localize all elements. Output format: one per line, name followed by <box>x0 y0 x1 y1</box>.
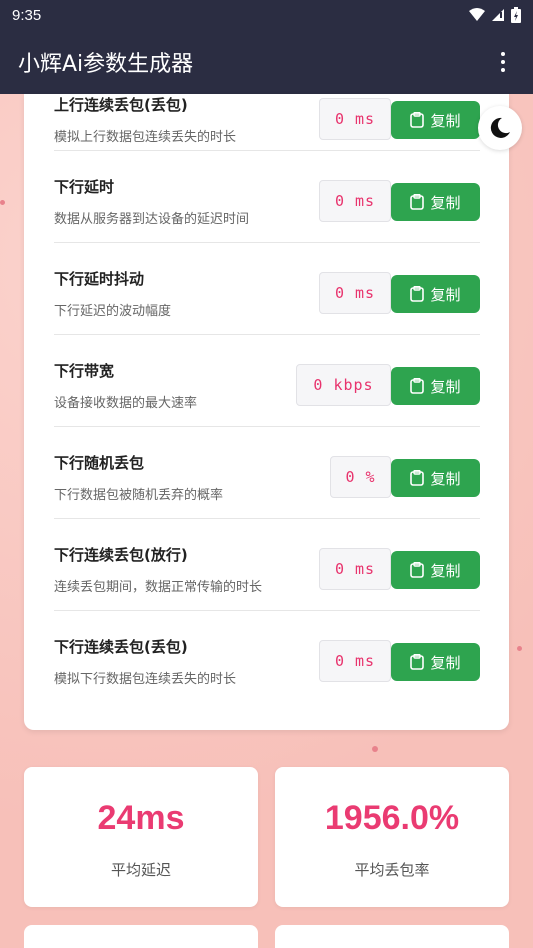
param-row: 下行延时 数据从服务器到达设备的延迟时间 0 ms 复制 <box>54 150 480 242</box>
status-time: 9:35 <box>12 6 42 24</box>
params-card: 上行连续丢包(丢包) 模拟上行数据包连续丢失的时长 0 ms 复制 下行延时 数… <box>24 94 509 730</box>
param-desc: 模拟下行数据包连续丢失的时长 <box>54 672 237 687</box>
copy-button-label: 复制 <box>430 193 461 212</box>
decor-dot <box>517 646 522 651</box>
param-row: 下行连续丢包(丢包) 模拟下行数据包连续丢失的时长 0 ms 复制 <box>54 610 480 702</box>
overflow-menu-icon[interactable] <box>491 50 515 74</box>
battery-icon <box>511 7 521 23</box>
stat-label: 平均丢包率 <box>354 861 430 879</box>
stat-value: 24ms <box>97 799 185 837</box>
copy-button-label: 复制 <box>430 653 461 672</box>
moon-icon <box>490 117 510 138</box>
param-title: 下行连续丢包(放行) <box>54 546 188 564</box>
param-value[interactable]: 0 ms <box>319 640 391 682</box>
param-row: 下行带宽 设备接收数据的最大速率 0 kbps 复制 <box>54 334 480 426</box>
stat-card-loss: 1956.0% 平均丢包率 <box>275 767 509 907</box>
stat-card-partial <box>24 925 258 948</box>
copy-button-label: 复制 <box>430 111 461 130</box>
copy-button-label: 复制 <box>430 561 461 580</box>
app-bar: 小辉Ai参数生成器 <box>0 30 533 94</box>
decor-dot <box>372 746 378 752</box>
wifi-icon <box>469 8 485 21</box>
status-bar: 9:35 <box>0 0 533 30</box>
copy-button[interactable]: 复制 <box>391 275 480 313</box>
copy-button-label: 复制 <box>430 377 461 396</box>
param-desc: 模拟上行数据包连续丢失的时长 <box>54 130 237 145</box>
copy-button[interactable]: 复制 <box>391 459 480 497</box>
param-desc: 连续丢包期间，数据正常传输的时长 <box>54 580 263 595</box>
stat-value: 1956.0% <box>324 799 460 837</box>
app-title: 小辉Ai参数生成器 <box>18 52 194 77</box>
stat-card-latency: 24ms 平均延迟 <box>24 767 258 907</box>
dark-mode-toggle[interactable] <box>478 106 522 150</box>
param-row: 下行随机丢包 下行数据包被随机丢弃的概率 0 % 复制 <box>54 426 480 518</box>
copy-button-label: 复制 <box>430 285 461 304</box>
clipboard-icon <box>410 654 425 670</box>
param-value[interactable]: 0 ms <box>319 548 391 590</box>
clipboard-icon <box>410 194 425 210</box>
param-value[interactable]: 0 ms <box>319 180 391 222</box>
param-value[interactable]: 0 ms <box>319 98 391 140</box>
status-icons <box>469 7 521 23</box>
signal-icon <box>492 9 504 21</box>
copy-button[interactable]: 复制 <box>391 367 480 405</box>
param-desc: 下行延迟的波动幅度 <box>54 304 172 319</box>
stat-label: 平均延迟 <box>110 861 171 879</box>
copy-button[interactable]: 复制 <box>391 643 480 681</box>
param-title: 下行带宽 <box>54 362 115 380</box>
copy-button[interactable]: 复制 <box>391 101 480 139</box>
param-title: 上行连续丢包(丢包) <box>54 96 188 114</box>
clipboard-icon <box>410 378 425 394</box>
copy-button[interactable]: 复制 <box>391 551 480 589</box>
stat-card-partial <box>275 925 509 948</box>
copy-button-label: 复制 <box>430 469 461 488</box>
param-value[interactable]: 0 % <box>330 456 391 498</box>
clipboard-icon <box>410 112 425 128</box>
param-row: 下行连续丢包(放行) 连续丢包期间，数据正常传输的时长 0 ms 复制 <box>54 518 480 610</box>
decor-dot <box>0 200 5 205</box>
clipboard-icon <box>410 286 425 302</box>
param-title: 下行延时 <box>54 178 115 196</box>
param-desc: 数据从服务器到达设备的延迟时间 <box>54 212 250 227</box>
param-value[interactable]: 0 ms <box>319 272 391 314</box>
param-title: 下行连续丢包(丢包) <box>54 638 188 656</box>
param-desc: 下行数据包被随机丢弃的概率 <box>54 488 224 503</box>
param-desc: 设备接收数据的最大速率 <box>54 396 198 411</box>
param-row: 下行延时抖动 下行延迟的波动幅度 0 ms 复制 <box>54 242 480 334</box>
param-title: 下行随机丢包 <box>54 454 145 472</box>
copy-button[interactable]: 复制 <box>391 183 480 221</box>
param-title: 下行延时抖动 <box>54 270 145 288</box>
clipboard-icon <box>410 562 425 578</box>
param-value[interactable]: 0 kbps <box>296 364 391 406</box>
clipboard-icon <box>410 470 425 486</box>
